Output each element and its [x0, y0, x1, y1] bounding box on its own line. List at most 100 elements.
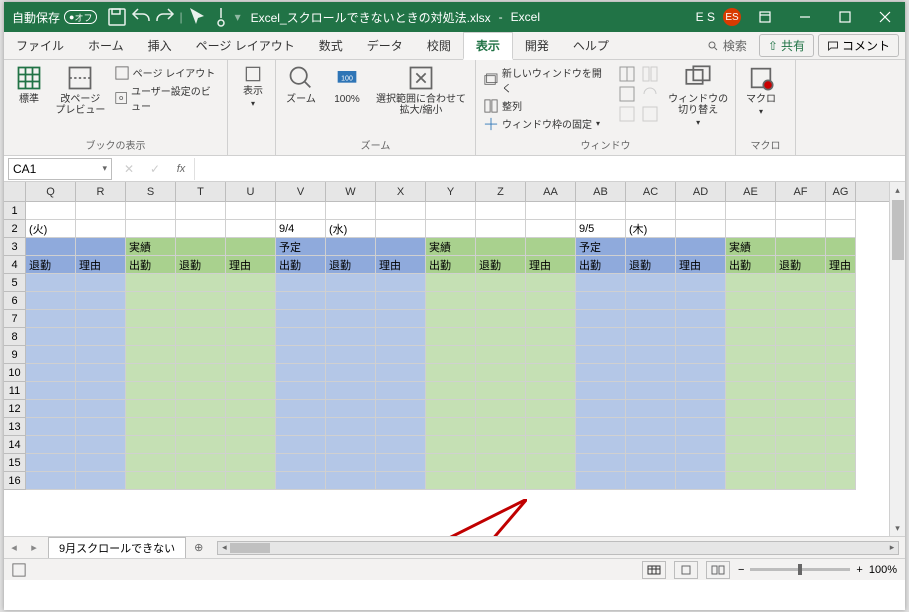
cell[interactable] — [776, 436, 826, 454]
cell[interactable]: 退勤 — [776, 256, 826, 274]
cell[interactable] — [376, 472, 426, 490]
cell[interactable]: 退勤 — [476, 256, 526, 274]
cell[interactable]: (木) — [626, 220, 676, 238]
cell[interactable] — [676, 418, 726, 436]
cell[interactable] — [326, 364, 376, 382]
cell[interactable] — [76, 436, 126, 454]
cell[interactable] — [126, 328, 176, 346]
cell[interactable] — [226, 472, 276, 490]
horizontal-scrollbar[interactable]: ◂▸ — [217, 541, 899, 555]
cell[interactable] — [26, 454, 76, 472]
cell[interactable] — [376, 364, 426, 382]
cell[interactable] — [326, 454, 376, 472]
cell[interactable] — [626, 202, 676, 220]
cell[interactable] — [426, 400, 476, 418]
cell[interactable] — [276, 472, 326, 490]
cell[interactable]: 実績 — [126, 238, 176, 256]
cell[interactable]: 出勤 — [426, 256, 476, 274]
cell[interactable] — [176, 400, 226, 418]
view-pagebreak-button[interactable]: 改ページ プレビュー — [54, 62, 107, 118]
cell[interactable] — [676, 274, 726, 292]
cell[interactable] — [276, 274, 326, 292]
cell[interactable] — [626, 400, 676, 418]
cell[interactable] — [176, 202, 226, 220]
freeze-button[interactable]: ウィンドウ枠の固定 ▾ — [480, 115, 615, 132]
cell[interactable] — [726, 400, 776, 418]
cell[interactable] — [526, 346, 576, 364]
col-header[interactable]: AB — [576, 182, 626, 201]
zoom-fit-button[interactable]: 選択範囲に合わせて 拡大/縮小 — [372, 62, 470, 118]
cell[interactable] — [26, 328, 76, 346]
cell[interactable] — [776, 292, 826, 310]
cell[interactable]: 理由 — [826, 256, 856, 274]
zoom-controls[interactable]: − + 100% — [738, 564, 897, 576]
cell[interactable] — [226, 436, 276, 454]
cell[interactable] — [526, 202, 576, 220]
col-header[interactable]: AA — [526, 182, 576, 201]
cell[interactable] — [126, 400, 176, 418]
cell[interactable] — [476, 454, 526, 472]
formula-input[interactable] — [194, 158, 905, 180]
cell[interactable] — [126, 418, 176, 436]
cell[interactable] — [376, 274, 426, 292]
cell[interactable] — [376, 346, 426, 364]
cell[interactable] — [376, 328, 426, 346]
column-headers[interactable]: QRSTUVWXYZAAABACADAEAFAG — [4, 182, 905, 202]
cell[interactable] — [226, 292, 276, 310]
cell[interactable] — [26, 274, 76, 292]
cell[interactable] — [376, 238, 426, 256]
cell[interactable] — [526, 400, 576, 418]
cell[interactable] — [776, 346, 826, 364]
row-header[interactable]: 13 — [4, 418, 26, 436]
cell[interactable] — [526, 328, 576, 346]
save-icon[interactable] — [105, 5, 129, 29]
cell[interactable] — [826, 346, 856, 364]
cell[interactable] — [526, 472, 576, 490]
cell[interactable] — [126, 436, 176, 454]
cell[interactable] — [776, 274, 826, 292]
cell[interactable] — [826, 202, 856, 220]
col-header[interactable]: R — [76, 182, 126, 201]
cell[interactable] — [126, 346, 176, 364]
cell[interactable] — [676, 310, 726, 328]
cell[interactable] — [726, 220, 776, 238]
cell[interactable] — [26, 400, 76, 418]
cell[interactable] — [676, 202, 726, 220]
cell[interactable] — [576, 328, 626, 346]
cell[interactable] — [276, 328, 326, 346]
cell[interactable] — [726, 202, 776, 220]
cell[interactable] — [826, 418, 856, 436]
cell[interactable] — [776, 400, 826, 418]
cell[interactable] — [176, 472, 226, 490]
cell[interactable] — [726, 364, 776, 382]
cell[interactable] — [576, 418, 626, 436]
cell[interactable] — [126, 310, 176, 328]
tab-layout[interactable]: ページ レイアウト — [184, 32, 307, 60]
col-header[interactable]: AF — [776, 182, 826, 201]
cell[interactable] — [376, 202, 426, 220]
cell[interactable] — [176, 346, 226, 364]
cell[interactable] — [626, 418, 676, 436]
zoom-level[interactable]: 100% — [869, 564, 897, 576]
cell[interactable] — [826, 454, 856, 472]
cell[interactable] — [26, 292, 76, 310]
cell[interactable] — [576, 310, 626, 328]
macro-button[interactable]: マクロ▾ — [740, 62, 782, 118]
share-button[interactable]: ⇧共有 — [759, 34, 814, 57]
cell[interactable] — [626, 472, 676, 490]
record-macro-icon[interactable] — [12, 563, 26, 577]
cell[interactable] — [726, 292, 776, 310]
grid[interactable]: QRSTUVWXYZAAABACADAEAFAG 12(火)9/4(水)9/5(… — [4, 182, 905, 536]
col-header[interactable]: AC — [626, 182, 676, 201]
sheet-next-icon[interactable]: ▸ — [24, 541, 44, 554]
cell[interactable] — [376, 418, 426, 436]
row-header[interactable]: 6 — [4, 292, 26, 310]
col-header[interactable]: Q — [26, 182, 76, 201]
tab-dev[interactable]: 開発 — [513, 32, 561, 60]
cell[interactable] — [26, 364, 76, 382]
cell[interactable] — [126, 220, 176, 238]
cell[interactable] — [276, 346, 326, 364]
sheet-prev-icon[interactable]: ◂ — [4, 541, 24, 554]
view-pagelayout-icon[interactable] — [674, 561, 698, 579]
cell[interactable] — [26, 382, 76, 400]
